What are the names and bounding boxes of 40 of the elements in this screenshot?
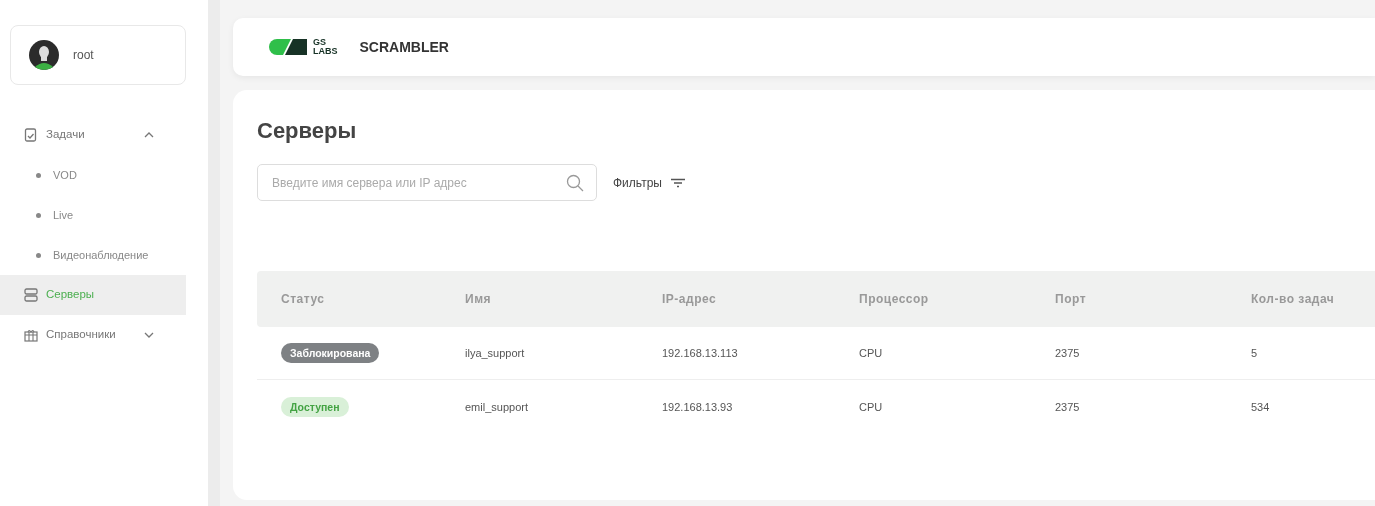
table-cell-text: emil_support	[465, 399, 529, 415]
column-header: Порт	[1055, 291, 1087, 309]
page-title: Серверы	[257, 118, 358, 145]
table-cell-text: 192.168.13.93	[662, 399, 734, 415]
table-cell-text: 5	[1251, 346, 1259, 362]
column-header: Кол-во задач	[1251, 291, 1336, 309]
server-icon	[24, 288, 38, 302]
filter-icon	[669, 177, 686, 188]
table-cell-text: 2375	[1055, 346, 1081, 362]
app-name: SCRAMBLER	[359, 37, 449, 57]
column-header: IP-адрес	[662, 291, 718, 309]
column-header: Процессор	[859, 291, 930, 309]
table-cell-text: CPU	[859, 346, 884, 362]
table-cell-text: 2375	[1055, 399, 1081, 415]
table-cell-text: ilya_support	[465, 346, 526, 362]
column-header: Имя	[465, 291, 492, 309]
document-icon	[24, 128, 38, 142]
gift-icon	[24, 328, 38, 342]
table-cell-text: 192.168.13.113	[662, 346, 739, 362]
bullet-icon	[36, 212, 41, 218]
bullet-icon	[36, 172, 41, 178]
sidebar-item[interactable]: Справочники	[0, 315, 208, 355]
avatar-icon	[29, 40, 59, 70]
sidebar-item[interactable]: Серверы	[0, 275, 186, 315]
sidebar-item[interactable]: Задачи	[0, 115, 208, 155]
status-badge: Доступен	[281, 396, 349, 417]
bullet-icon	[36, 252, 41, 258]
sidebar-subitem[interactable]: VOD	[0, 155, 208, 195]
column-header: Статус	[281, 291, 326, 309]
search-icon	[566, 173, 584, 192]
search-field[interactable]: Введите имя сервера или IP адрес	[257, 164, 597, 202]
sidebar-subitem[interactable]: Live	[0, 195, 208, 235]
user-name: root	[73, 47, 94, 64]
logo-icon	[269, 37, 309, 57]
sidebar-subitem[interactable]: Видеонаблюдение	[0, 235, 208, 275]
table-cell-text: CPU	[859, 399, 884, 415]
filters-button[interactable]: Фильтры	[613, 173, 686, 192]
logo-text: GS LABS	[313, 38, 338, 56]
table-cell-text: 534	[1251, 399, 1271, 415]
status-badge: Заблокирована	[281, 343, 380, 364]
